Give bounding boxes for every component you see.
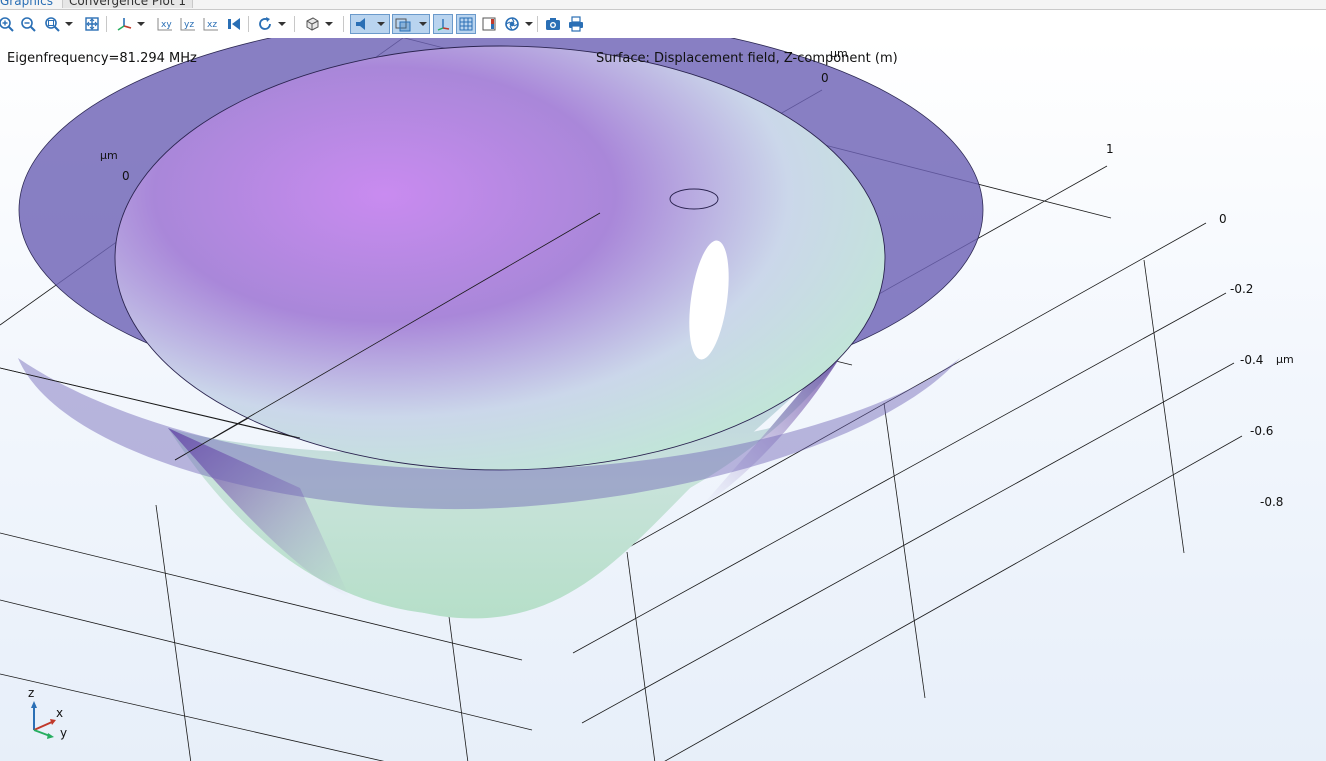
headlight-dropdown[interactable] (377, 22, 385, 26)
camera-view-icon (228, 18, 240, 30)
render-mode-button[interactable] (302, 14, 322, 34)
z-axis-unit: µm (1276, 353, 1294, 366)
render-mode-icon (306, 17, 319, 31)
toolbar-separator (294, 16, 295, 32)
snapshot-button[interactable] (543, 14, 563, 34)
show-axis-button[interactable] (433, 14, 453, 34)
toolbar-separator (248, 16, 249, 32)
tab-graphics[interactable]: Graphics (0, 0, 53, 8)
xy-plane-button[interactable]: xy (155, 14, 175, 34)
top-axis-unit: µm (830, 47, 848, 60)
triad-z-label: z (28, 686, 35, 700)
print-button[interactable] (566, 14, 586, 34)
svg-text:xy: xy (161, 20, 172, 30)
yz-plane-icon: yz (180, 18, 195, 31)
z-tick-4: -0.8 (1260, 495, 1284, 509)
eigenfrequency-label: Eigenfrequency=81.294 MHz (7, 51, 197, 66)
show-legend-button[interactable] (479, 14, 499, 34)
dish-surface (115, 46, 885, 470)
scene-light-dropdown[interactable] (525, 22, 533, 26)
headlight-button[interactable] (350, 14, 390, 34)
render-mode-dropdown[interactable] (325, 22, 333, 26)
toolbar-separator (537, 16, 538, 32)
z-tick-3: -0.6 (1250, 424, 1274, 438)
zoom-box-dropdown[interactable] (65, 22, 73, 26)
zoom-box-button[interactable] (42, 14, 62, 34)
yz-plane-button[interactable]: yz (178, 14, 198, 34)
camera-view-button[interactable] (224, 14, 244, 34)
zoom-out-button[interactable] (18, 14, 38, 34)
left-axis-unit: µm (100, 149, 118, 162)
triad-x-label: x (56, 706, 64, 720)
z-tick-2: -0.4 (1240, 353, 1264, 367)
printer-icon (569, 16, 583, 32)
zoom-in-icon (0, 17, 14, 32)
toolbar-separator (106, 16, 107, 32)
left-axis-zero: 0 (122, 169, 130, 183)
show-grid-button[interactable] (456, 14, 476, 34)
triad-y-label: y (60, 726, 68, 740)
surface-plot-title: Surface: Displacement field, Z-component… (596, 51, 898, 66)
show-legend-icon (482, 17, 496, 31)
show-axis-icon (437, 19, 450, 31)
transparency-button[interactable] (392, 14, 430, 34)
zoom-extents-button[interactable] (82, 14, 102, 34)
orientation-triad: z x y (22, 686, 82, 746)
zoom-box-icon (45, 17, 60, 32)
xz-plane-button[interactable]: xz (201, 14, 221, 34)
tab-convergence-plot[interactable]: Convergence Plot 1 (62, 0, 193, 8)
xz-plane-icon: xz (203, 18, 218, 31)
svg-text:yz: yz (184, 20, 194, 30)
top-axis-zero: 0 (821, 71, 829, 85)
z-tick-0: 0 (1219, 212, 1227, 226)
right-axis-one: 1 (1106, 142, 1114, 156)
graphics-toolbar: xy yz xz (0, 10, 1326, 38)
rotate-dropdown[interactable] (278, 22, 286, 26)
svg-text:xz: xz (207, 20, 217, 30)
rotate-button[interactable] (255, 14, 275, 34)
axis-orientation-dropdown[interactable] (137, 22, 145, 26)
scene-light-button[interactable] (502, 14, 522, 34)
zoom-out-icon (21, 17, 36, 32)
axis-orientation-button[interactable] (114, 14, 134, 34)
graphics-viewport[interactable]: Eigenfrequency=81.294 MHz Surface: Displ… (0, 38, 1326, 761)
3d-plot-scene[interactable] (0, 38, 1326, 761)
zoom-extents-icon (85, 17, 99, 31)
headlight-icon (356, 18, 365, 30)
show-grid-icon (459, 17, 473, 31)
tab-bar: Graphics Convergence Plot 1 (0, 0, 1326, 10)
z-tick-1: -0.2 (1230, 282, 1254, 296)
rotate-icon (259, 17, 271, 30)
toolbar-separator (343, 16, 344, 32)
zoom-in-button[interactable] (0, 14, 16, 34)
transparency-icon (395, 18, 411, 32)
scene-light-icon (505, 17, 519, 31)
transparency-dropdown[interactable] (419, 22, 427, 26)
snapshot-camera-icon (546, 18, 560, 30)
xy-plane-icon: xy (157, 18, 172, 31)
axis-orientation-icon (117, 18, 132, 31)
